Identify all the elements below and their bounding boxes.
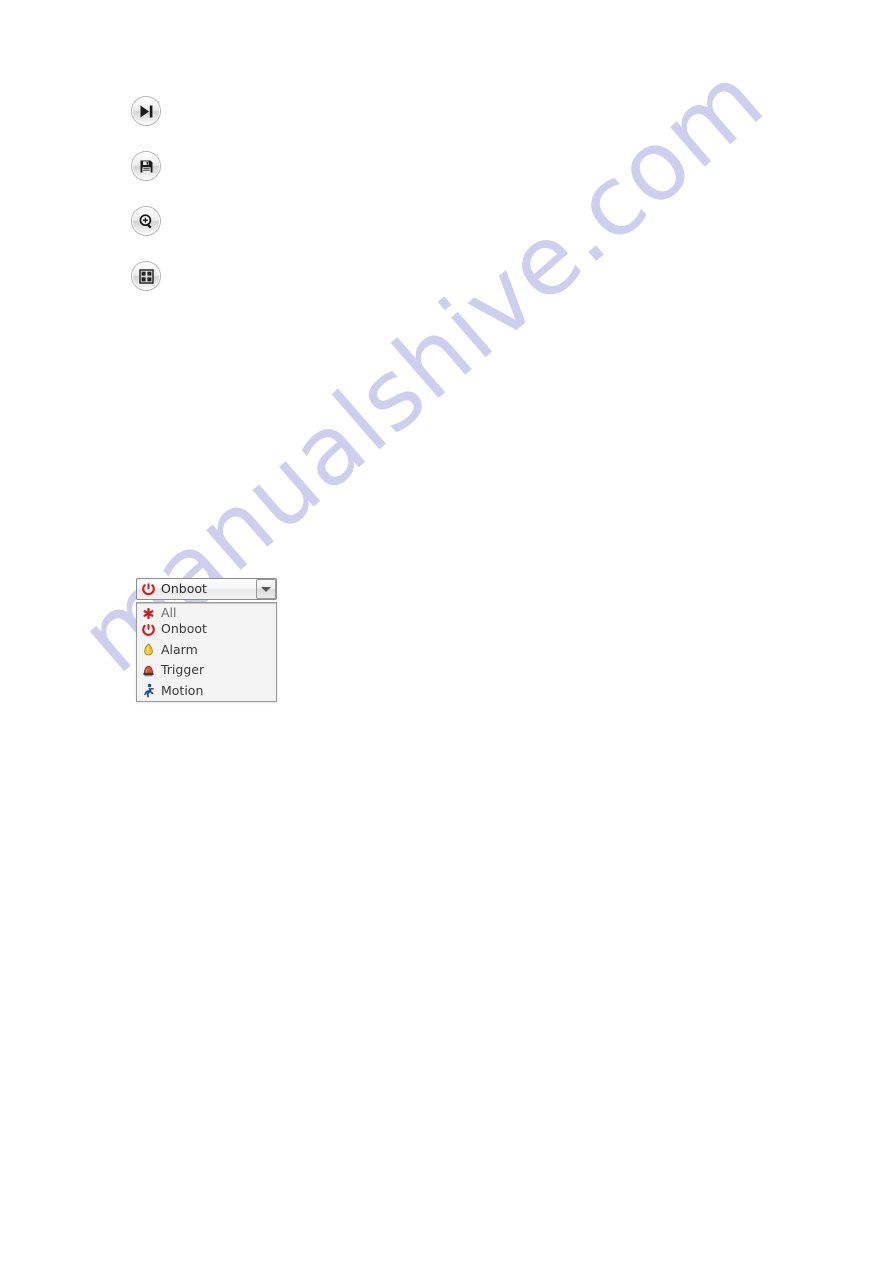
chevron-down-icon [261, 586, 271, 592]
record-mode-combobox[interactable]: Onboot All Onboot Alarm Trigger Motion [136, 578, 277, 702]
fullscreen-icon [138, 268, 155, 285]
toolbar-spacer-2 [132, 180, 160, 207]
zoom-in-button[interactable] [132, 207, 160, 235]
running-person-icon [141, 683, 156, 698]
toolbar-spacer-3 [132, 235, 160, 262]
combobox-dropdown-button[interactable] [256, 579, 276, 599]
zoom-in-icon [138, 213, 155, 230]
save-icon [138, 158, 155, 175]
combobox-option-label: Alarm [161, 641, 198, 657]
combobox-option-onboot[interactable]: Onboot [137, 619, 276, 640]
siren-icon [141, 663, 156, 678]
save-button[interactable] [132, 152, 160, 180]
fullscreen-button[interactable] [132, 262, 160, 290]
power-icon [141, 622, 156, 637]
combobox-option-label: Trigger [161, 662, 205, 677]
combobox-field[interactable]: Onboot [136, 578, 277, 600]
combobox-option-label: All [161, 604, 177, 620]
combobox-selected-value: Onboot [161, 582, 207, 596]
combobox-option-list: All Onboot Alarm Trigger Motion [136, 602, 277, 702]
combobox-option-label: Motion [161, 682, 204, 698]
next-frame-button[interactable] [132, 97, 160, 125]
bell-icon [141, 642, 156, 657]
combobox-option-alarm[interactable]: Alarm [137, 640, 276, 661]
asterisk-icon [141, 606, 156, 619]
next-frame-icon [138, 103, 155, 120]
power-icon [141, 582, 156, 597]
toolbar-icon-buttons [132, 97, 160, 290]
combobox-option-motion[interactable]: Motion [137, 681, 276, 702]
combobox-option-label: Onboot [161, 621, 207, 636]
toolbar-spacer-1 [132, 125, 160, 152]
combobox-option-trigger[interactable]: Trigger [137, 660, 276, 681]
combobox-option-all[interactable]: All [137, 603, 276, 619]
